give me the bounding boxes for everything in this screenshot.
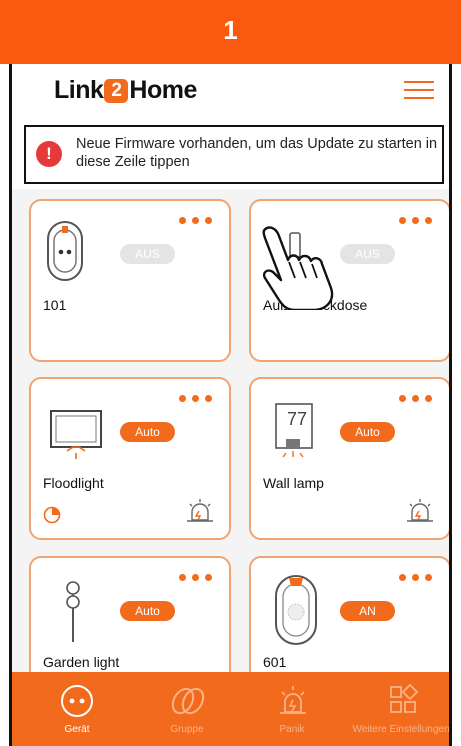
firmware-update-notice[interactable]: ! Neue Firmware vorhanden, um das Update… <box>24 125 444 184</box>
wall-lamp-display: 77 <box>287 409 308 429</box>
plug-icon <box>61 685 93 717</box>
group-rings-icon <box>171 687 205 715</box>
timer-pie-icon <box>43 506 61 524</box>
step-number: 1 <box>223 15 238 45</box>
device-toggle[interactable]: AN <box>340 601 395 621</box>
alarm-siren-icon <box>280 686 306 714</box>
tap-hand-icon <box>262 226 334 310</box>
apps-grid-icon <box>390 684 419 713</box>
app-header: Link 2 Home <box>12 64 449 114</box>
device-toggle[interactable]: AUS <box>340 244 395 264</box>
card-more-options-icon[interactable] <box>179 217 213 225</box>
motion-sensor-icon <box>187 499 213 522</box>
smart-chime-icon <box>275 575 317 645</box>
bottom-navigation: Gerät Gruppe Panik Weitere Einstellungen <box>12 672 449 746</box>
device-grid: AUS 101 AUS Außensteckdose Auto Floodlig… <box>12 189 449 719</box>
device-card-101[interactable]: AUS 101 <box>29 199 231 362</box>
device-toggle[interactable]: Auto <box>120 422 175 442</box>
hamburger-menu-icon[interactable] <box>404 80 434 100</box>
device-card-floodlight[interactable]: Auto Floodlight <box>29 377 231 540</box>
firmware-notice-text: Neue Firmware vorhanden, um das Update z… <box>76 136 438 170</box>
garden-light-icon <box>66 581 80 642</box>
device-name: 101 <box>43 297 67 313</box>
nav-item-gruppe[interactable]: Gruppe <box>152 672 222 746</box>
phone-screen: Link 2 Home ! Neue Firmware vorhanden, u… <box>9 64 452 746</box>
nav-label: Gerät <box>64 724 90 735</box>
device-toggle[interactable]: Auto <box>340 422 395 442</box>
nav-label: Panik <box>279 724 305 735</box>
device-toggle[interactable]: Auto <box>120 601 175 621</box>
nav-label: Weitere Einstellungen <box>352 724 450 735</box>
device-name: Wall lamp <box>263 475 324 491</box>
device-card-wall-lamp[interactable]: 77 Auto Wall lamp <box>249 377 449 540</box>
device-toggle[interactable]: AUS <box>120 244 175 264</box>
card-more-options-icon[interactable] <box>179 574 213 582</box>
device-name: Garden light <box>43 654 120 670</box>
nav-label: Gruppe <box>170 724 204 735</box>
smart-plug-icon <box>47 221 83 281</box>
card-more-options-icon[interactable] <box>399 395 433 403</box>
nav-item-panik[interactable]: Panik <box>257 672 327 746</box>
app-logo: Link 2 Home <box>54 76 197 104</box>
nav-item-geraet[interactable]: Gerät <box>42 672 112 746</box>
card-more-options-icon[interactable] <box>179 395 213 403</box>
device-name: 601 <box>263 654 287 670</box>
card-more-options-icon[interactable] <box>399 217 433 225</box>
device-name: Floodlight <box>43 475 104 491</box>
motion-sensor-icon <box>407 499 433 522</box>
step-banner: 1 <box>0 0 461 64</box>
nav-item-weitere-einstellungen[interactable]: Weitere Einstellungen <box>348 672 450 746</box>
card-more-options-icon[interactable] <box>399 574 433 582</box>
exclamation-alert-icon: ! <box>36 141 62 167</box>
floodlight-icon <box>50 410 102 459</box>
